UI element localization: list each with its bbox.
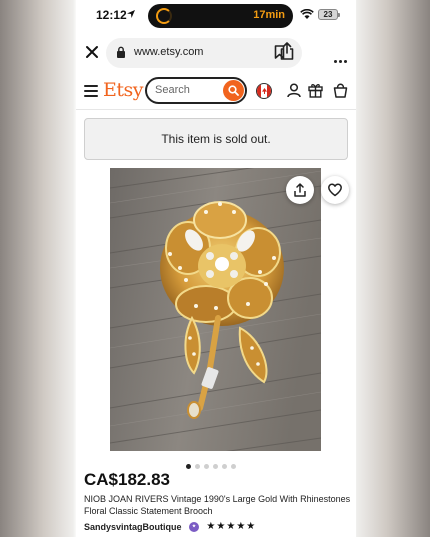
carousel-dot[interactable]	[204, 464, 209, 469]
carousel-dot[interactable]	[186, 464, 191, 469]
heart-icon	[328, 183, 342, 197]
site-header: Etsy Search	[76, 74, 356, 110]
product-image[interactable]	[110, 168, 321, 451]
search-placeholder: Search	[155, 84, 190, 96]
search-button[interactable]	[223, 80, 244, 101]
location-arrow-icon	[127, 10, 135, 18]
shop-name-link[interactable]: SandysvintagBoutique	[84, 522, 182, 532]
phone-screen: 12:12 17min 23 www.etsy.com Etsy Search …	[76, 0, 356, 537]
dynamic-island: 17min	[148, 4, 293, 28]
canada-flag-icon[interactable]	[256, 83, 272, 99]
share-icon	[294, 183, 306, 197]
browser-toolbar: www.etsy.com	[76, 38, 356, 70]
share-icon[interactable]	[280, 42, 294, 60]
rating-stars[interactable]: ★★★★★	[206, 521, 256, 532]
shop-info[interactable]: SandysvintagBoutique ★★★★★	[84, 518, 256, 532]
wifi-icon	[300, 9, 314, 19]
battery-icon: 23	[318, 9, 340, 20]
menu-icon[interactable]	[84, 85, 98, 97]
search-icon	[228, 85, 239, 96]
status-time: 12:12	[96, 8, 127, 22]
brooch-photo	[110, 168, 321, 451]
share-listing-button[interactable]	[286, 176, 314, 204]
carousel-dot[interactable]	[231, 464, 236, 469]
lock-icon	[117, 46, 125, 58]
close-icon[interactable]	[84, 44, 100, 60]
carousel-dot[interactable]	[195, 464, 200, 469]
address-bar[interactable]: www.etsy.com	[106, 38, 302, 68]
listing-price: CA$182.83	[84, 470, 171, 489]
search-input[interactable]: Search	[145, 77, 247, 104]
url-text: www.etsy.com	[134, 46, 204, 58]
more-icon[interactable]	[334, 50, 349, 68]
carousel-dot[interactable]	[213, 464, 218, 469]
etsy-logo[interactable]: Etsy	[103, 79, 144, 101]
status-bar: 12:12 17min 23	[76, 0, 356, 32]
favorite-button[interactable]	[321, 176, 349, 204]
carousel-dot[interactable]	[222, 464, 227, 469]
star-seller-icon	[188, 521, 199, 532]
image-carousel-dots	[186, 456, 240, 469]
timer-label: 17min	[253, 9, 285, 21]
user-icon[interactable]	[287, 83, 301, 98]
timer-icon	[156, 8, 172, 24]
gift-icon[interactable]	[308, 82, 323, 98]
sold-out-notice: This item is sold out.	[84, 118, 348, 160]
cart-icon[interactable]	[333, 82, 348, 98]
listing-title: NIOB JOAN RIVERS Vintage 1990's Large Go…	[84, 494, 351, 516]
